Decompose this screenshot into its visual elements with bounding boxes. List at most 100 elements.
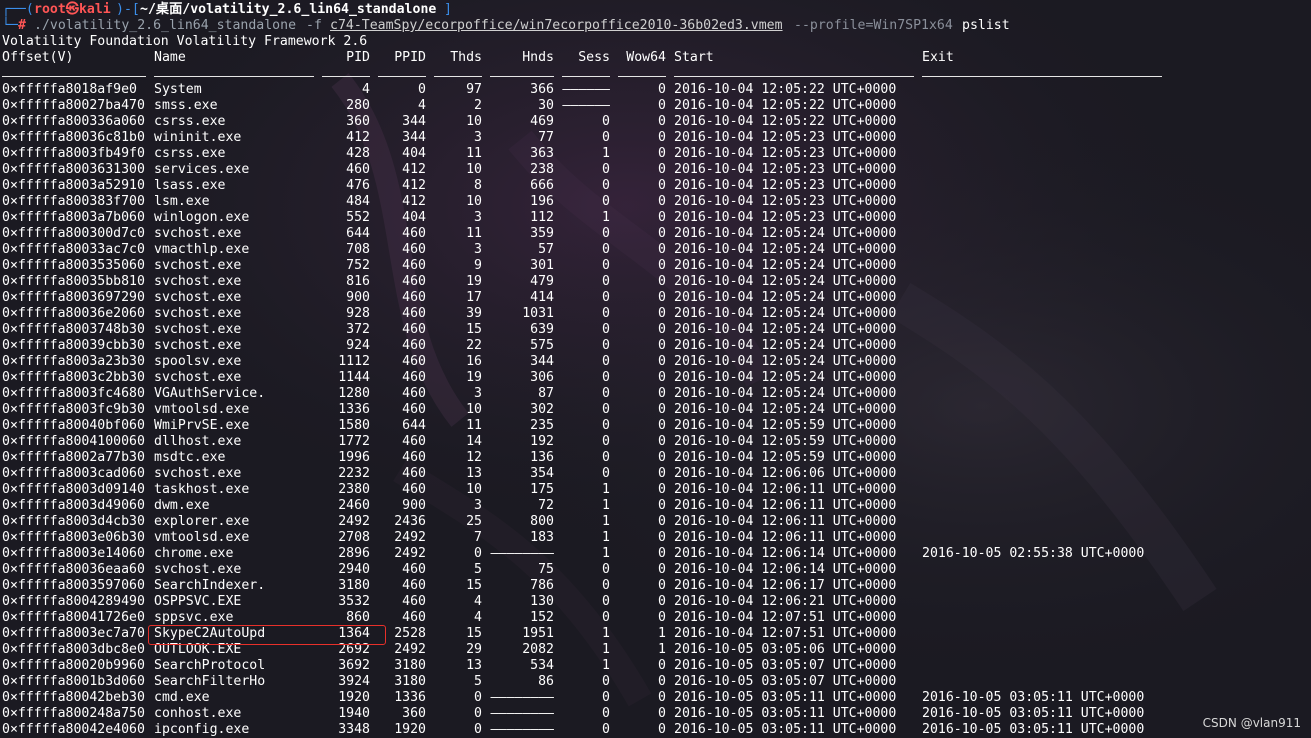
cell-thds: 13 [466, 466, 482, 481]
cell-thds: 14 [466, 434, 482, 449]
cell-sess: 1 [602, 530, 610, 545]
cell-thds: 3 [474, 498, 482, 513]
cell-thds: 10 [466, 194, 482, 209]
cell-pid: 3532 [338, 594, 370, 609]
cell-sess: 0 [602, 610, 610, 625]
cell-ppid: 460 [402, 322, 426, 337]
cell-start: 2016-10-04 12:07:51 UTC+0000 [674, 610, 897, 625]
cell-name: svchost.exe [154, 258, 242, 273]
cell-name: vmtoolsd.exe [154, 402, 250, 417]
cell-start: 2016-10-04 12:05:24 UTC+0000 [674, 226, 897, 241]
cell-name: svchost.exe [154, 562, 242, 577]
cell-ppid: 2492 [394, 546, 426, 561]
cell-thds: 4 [474, 594, 482, 609]
cell-name: VGAuthService. [154, 386, 266, 401]
cell-offset: 0×fffffa8003535060 [2, 258, 145, 273]
cell-name: msdtc.exe [154, 450, 226, 465]
cell-ppid: 460 [402, 242, 426, 257]
cell-wow64: 0 [658, 674, 666, 689]
header-pid: PID [346, 50, 370, 65]
cell-start: 2016-10-04 12:06:17 UTC+0000 [674, 578, 897, 593]
cell-sess: 0 [602, 338, 610, 353]
cell-pid: 1336 [338, 402, 370, 417]
cell-start: 2016-10-04 12:06:06 UTC+0000 [674, 466, 897, 481]
cell-pid: 1772 [338, 434, 370, 449]
cell-start: 2016-10-04 12:05:24 UTC+0000 [674, 306, 897, 321]
cell-thds: 19 [466, 370, 482, 385]
cell-ppid: 404 [402, 146, 426, 161]
cell-sess: 0 [602, 562, 610, 577]
cell-wow64: 0 [658, 258, 666, 273]
cell-ppid: 404 [402, 210, 426, 225]
cell-offset: 0×fffffa80040bf060 [2, 418, 145, 433]
cell-pid: 1112 [338, 354, 370, 369]
cell-start: 2016-10-04 12:05:23 UTC+0000 [674, 130, 897, 145]
cell-wow64: 0 [658, 578, 666, 593]
cell-name: svchost.exe [154, 226, 242, 241]
cell-ppid: 4 [418, 98, 426, 113]
cell-thds: 22 [466, 338, 482, 353]
cell-pid: 1940 [338, 706, 370, 721]
cell-hnds: 800 [530, 514, 554, 529]
cell-pid: 476 [346, 178, 370, 193]
cell-offset: 0×fffffa80020b9960 [2, 658, 145, 673]
rule-start [674, 76, 914, 77]
cell-ppid: 644 [402, 418, 426, 433]
prompt-line-2: └─ # ./volatility_2.6_lin64_standalone -… [0, 18, 1010, 34]
cell-offset: 0×fffffa8003dbc8e0 [2, 642, 145, 657]
header-hnds: Hnds [522, 50, 554, 65]
cell-wow64: 0 [658, 130, 666, 145]
cell-ppid: 2492 [394, 642, 426, 657]
cell-thds: 11 [466, 146, 482, 161]
cell-sess: 1 [602, 658, 610, 673]
cell-sess: —————— [562, 98, 610, 113]
cell-start: 2016-10-04 12:05:24 UTC+0000 [674, 402, 897, 417]
cell-thds: 10 [466, 114, 482, 129]
cell-wow64: 0 [658, 290, 666, 305]
cell-wow64: 0 [658, 274, 666, 289]
cell-offset: 0×fffffa8003748b30 [2, 322, 145, 337]
cell-offset: 0×fffffa8003fc4680 [2, 386, 145, 401]
cell-hnds: 479 [530, 274, 554, 289]
cell-wow64: 0 [658, 306, 666, 321]
cell-ppid: 3180 [394, 658, 426, 673]
cell-pid: 372 [346, 322, 370, 337]
cell-name: vmacthlp.exe [154, 242, 250, 257]
cell-offset: 0×fffffa8003cad060 [2, 466, 145, 481]
cell-hnds: 786 [530, 578, 554, 593]
cell-thds: 10 [466, 482, 482, 497]
cell-offset: 0×fffffa8003597060 [2, 578, 145, 593]
cell-thds: 25 [466, 514, 482, 529]
command-profile: --profile=Win7SP1x64 [794, 18, 953, 33]
cell-ppid: 460 [402, 354, 426, 369]
cell-offset: 0×fffffa80035bb810 [2, 274, 145, 289]
terminal-window: ┌──( root㉿kali )-[ ~/桌面/volatility_2.6_l… [0, 0, 1311, 738]
rule-sess [562, 76, 610, 77]
cell-start: 2016-10-04 12:05:22 UTC+0000 [674, 98, 897, 113]
cell-pid: 280 [346, 98, 370, 113]
header-exit: Exit [922, 50, 954, 65]
cell-offset: 0×fffffa80036c81b0 [2, 130, 145, 145]
cell-name: svchost.exe [154, 370, 242, 385]
cell-hnds: 72 [538, 498, 554, 513]
cell-thds: 7 [474, 530, 482, 545]
cell-start: 2016-10-04 12:05:24 UTC+0000 [674, 338, 897, 353]
cell-pid: 1280 [338, 386, 370, 401]
cell-sess: 0 [602, 674, 610, 689]
command-file-path: c74-TeamSpy/ecorpoffice/win7ecorpoffice2… [330, 18, 783, 33]
command-flag-f: -f [306, 18, 322, 33]
cell-ppid: 460 [402, 338, 426, 353]
cell-offset: 0×fffffa8003631300 [2, 162, 145, 177]
cell-hnds: 77 [538, 130, 554, 145]
cell-start: 2016-10-04 12:05:23 UTC+0000 [674, 162, 897, 177]
cell-sess: 0 [602, 194, 610, 209]
cell-name: svchost.exe [154, 306, 242, 321]
cell-wow64: 1 [658, 626, 666, 641]
cell-hnds: 192 [530, 434, 554, 449]
cell-offset: 0×fffffa80042beb30 [2, 690, 145, 705]
cell-start: 2016-10-05 03:05:11 UTC+0000 [674, 722, 897, 737]
cell-start: 2016-10-04 12:05:24 UTC+0000 [674, 322, 897, 337]
cell-ppid: 900 [402, 498, 426, 513]
cell-name: winlogon.exe [154, 210, 250, 225]
cell-name: ipconfig.exe [154, 722, 250, 737]
